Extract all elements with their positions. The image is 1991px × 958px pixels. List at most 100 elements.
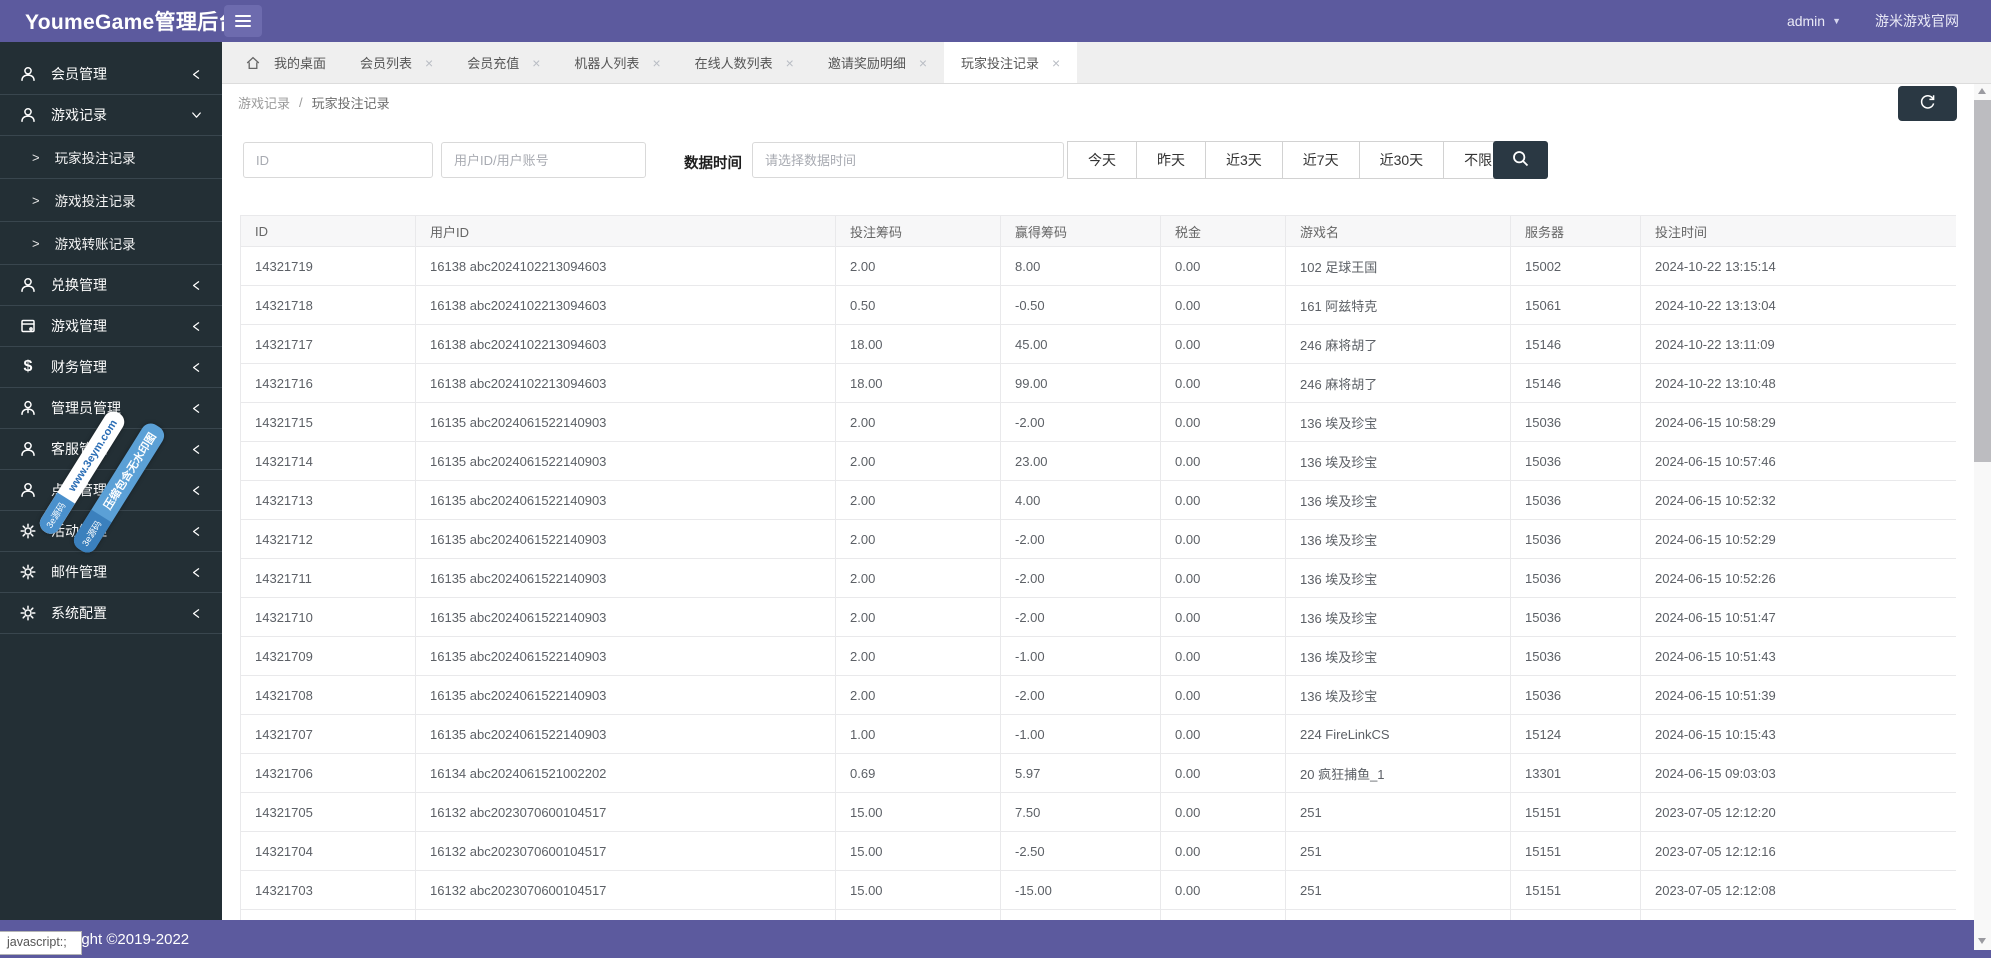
table-row: 1432171416135 abc20240615221409032.0023.… — [241, 442, 1957, 481]
tab-bar: 我的桌面会员列表×会员充值×机器人列表×在线人数列表×邀请奖励明细×玩家投注记录… — [222, 42, 1991, 84]
table-cell: 14321705 — [241, 793, 416, 832]
scroll-down-arrow[interactable] — [1978, 938, 1986, 944]
sidebar-toggle-button[interactable] — [224, 5, 262, 37]
scroll-up-arrow[interactable] — [1978, 88, 1986, 94]
range-button-last30days[interactable]: 近30天 — [1359, 141, 1445, 179]
table-header-cell: 税金 — [1161, 216, 1286, 247]
tab-invite-reward[interactable]: 邀请奖励明细× — [811, 42, 944, 83]
tab-close-icon[interactable]: × — [652, 55, 660, 71]
table-cell: 15151 — [1511, 793, 1641, 832]
tab-close-icon[interactable]: × — [1052, 55, 1060, 71]
sidebar-item-game-mgmt[interactable]: 游戏管理 — [0, 306, 222, 347]
table-cell: 15036 — [1511, 559, 1641, 598]
table-cell: 14321703 — [241, 871, 416, 910]
table-cell: 2024-06-15 10:51:47 — [1641, 598, 1957, 637]
tab-label: 在线人数列表 — [695, 53, 773, 72]
tab-label: 会员充值 — [467, 53, 519, 72]
table-header-cell: 赢得筹码 — [1001, 216, 1161, 247]
tab-player-bet-records[interactable]: 玩家投注记录 × — [944, 42, 1077, 83]
range-button-yesterday[interactable]: 昨天 — [1136, 141, 1206, 179]
admin-user-menu[interactable]: admin ▼ — [1787, 13, 1841, 29]
table-cell: -2.50 — [1001, 832, 1161, 871]
date-range-input[interactable] — [752, 142, 1064, 178]
table-cell: 14321714 — [241, 442, 416, 481]
table-cell: 14321716 — [241, 364, 416, 403]
table-row: 1432171816138 abc20241022130946030.50-0.… — [241, 286, 1957, 325]
sidebar-item-exchange-mgmt[interactable]: 兑换管理 — [0, 265, 222, 306]
table-cell: 136 埃及珍宝 — [1286, 481, 1511, 520]
sidebar-item-system-config[interactable]: 系统配置 — [0, 593, 222, 634]
caret-down-icon: ▼ — [1832, 16, 1841, 26]
tab-close-icon[interactable]: × — [532, 55, 540, 71]
official-site-link[interactable]: 游米游戏官网 — [1875, 11, 1959, 31]
sidebar-item-finance-mgmt[interactable]: $财务管理 — [0, 347, 222, 388]
sidebar-item-label: 游戏记录 — [51, 105, 189, 125]
tab-close-icon[interactable]: × — [786, 55, 794, 71]
arrow-right-icon: > — [32, 193, 40, 208]
table-cell: 14321715 — [241, 403, 416, 442]
scrollbar-thumb[interactable] — [1974, 100, 1991, 462]
range-button-last7days[interactable]: 近7天 — [1282, 141, 1360, 179]
sidebar-subitem-label: 游戏投注记录 — [55, 190, 136, 210]
tab-member-list[interactable]: 会员列表× — [343, 42, 450, 83]
table-cell: 15036 — [1511, 676, 1641, 715]
table-cell: 2.00 — [836, 481, 1001, 520]
table-cell: 14321718 — [241, 286, 416, 325]
tab-close-icon[interactable]: × — [425, 55, 433, 71]
table-cell: -2.00 — [1001, 520, 1161, 559]
date-label: 数据时间 — [684, 152, 742, 173]
table-cell: 2023-07-05 12:12:16 — [1641, 832, 1957, 871]
tab-label: 玩家投注记录 — [961, 53, 1039, 72]
table-row: 1432171716138 abc202410221309460318.0045… — [241, 325, 1957, 364]
table-header-cell: 游戏名 — [1286, 216, 1511, 247]
tab-close-icon[interactable]: × — [919, 55, 927, 71]
sidebar-item-label: 游戏管理 — [51, 316, 189, 336]
tab-robot-list[interactable]: 机器人列表× — [557, 42, 677, 83]
sidebar-item-label: 邮件管理 — [51, 562, 189, 582]
table-cell: -2.00 — [1001, 676, 1161, 715]
status-tooltip: javascript:; — [0, 931, 82, 955]
table-row: 1432171916138 abc20241022130946032.008.0… — [241, 247, 1957, 286]
sidebar-subitem-label: 玩家投注记录 — [55, 147, 136, 167]
table-cell — [241, 910, 416, 921]
sidebar-subitem-player-bet-records[interactable]: >玩家投注记录 — [0, 136, 222, 179]
sidebar-item-mail-mgmt[interactable]: 邮件管理 — [0, 552, 222, 593]
table-cell: 14321711 — [241, 559, 416, 598]
table-cell: 18.00 — [836, 325, 1001, 364]
table-cell: 2024-06-15 10:52:26 — [1641, 559, 1957, 598]
chevron-left-icon — [189, 360, 204, 375]
search-button[interactable] — [1493, 141, 1548, 179]
table-header-cell: 投注时间 — [1641, 216, 1957, 247]
table-cell: 16138 abc2024102213094603 — [416, 247, 836, 286]
sidebar-menu: 会员管理游戏记录 >玩家投注记录 > 游戏投注记录 >游戏转账记录兑换管理游戏管理 $财务… — [0, 42, 222, 634]
sidebar-subitem-game-bet-records[interactable]: > 游戏投注记录 — [0, 179, 222, 222]
sidebar-item-member-mgmt[interactable]: 会员管理 — [0, 54, 222, 95]
user-search-input[interactable] — [441, 142, 646, 178]
sidebar-item-label: 系统配置 — [51, 603, 189, 623]
chevron-left-icon — [189, 483, 204, 498]
vertical-scrollbar[interactable] — [1974, 84, 1991, 950]
refresh-button[interactable] — [1898, 86, 1957, 121]
sidebar-subitem-game-transfer-records[interactable]: >游戏转账记录 — [0, 222, 222, 265]
table-cell: 16135 abc2024061522140903 — [416, 559, 836, 598]
range-button-today[interactable]: 今天 — [1067, 141, 1137, 179]
table-cell: 1.00 — [836, 715, 1001, 754]
range-button-last3days[interactable]: 近3天 — [1205, 141, 1283, 179]
tab-member-recharge[interactable]: 会员充值 × — [450, 42, 557, 83]
table-cell: 20 疯狂捕鱼_1 — [1286, 754, 1511, 793]
tab-desktop[interactable]: 我的桌面 — [228, 42, 343, 83]
id-search-input[interactable] — [243, 142, 433, 178]
table-cell: -1.00 — [1001, 715, 1161, 754]
tab-online-count-list[interactable]: 在线人数列表 × — [678, 42, 811, 83]
table-cell: 16135 abc2024061522140903 — [416, 442, 836, 481]
table-cell: 16132 abc2023070600104517 — [416, 793, 836, 832]
sidebar-item-game-records[interactable]: 游戏记录 — [0, 95, 222, 136]
chevron-left-icon — [189, 565, 204, 580]
breadcrumb: 游戏记录 / 玩家投注记录 — [222, 84, 1991, 121]
table-cell: 2024-06-15 10:51:39 — [1641, 676, 1957, 715]
table-cell: 0.00 — [1161, 754, 1286, 793]
table-cell: 15.00 — [836, 871, 1001, 910]
gear-icon — [18, 563, 38, 581]
table-row: 1432171116135 abc20240615221409032.00-2.… — [241, 559, 1957, 598]
table-cell: 2.00 — [836, 559, 1001, 598]
